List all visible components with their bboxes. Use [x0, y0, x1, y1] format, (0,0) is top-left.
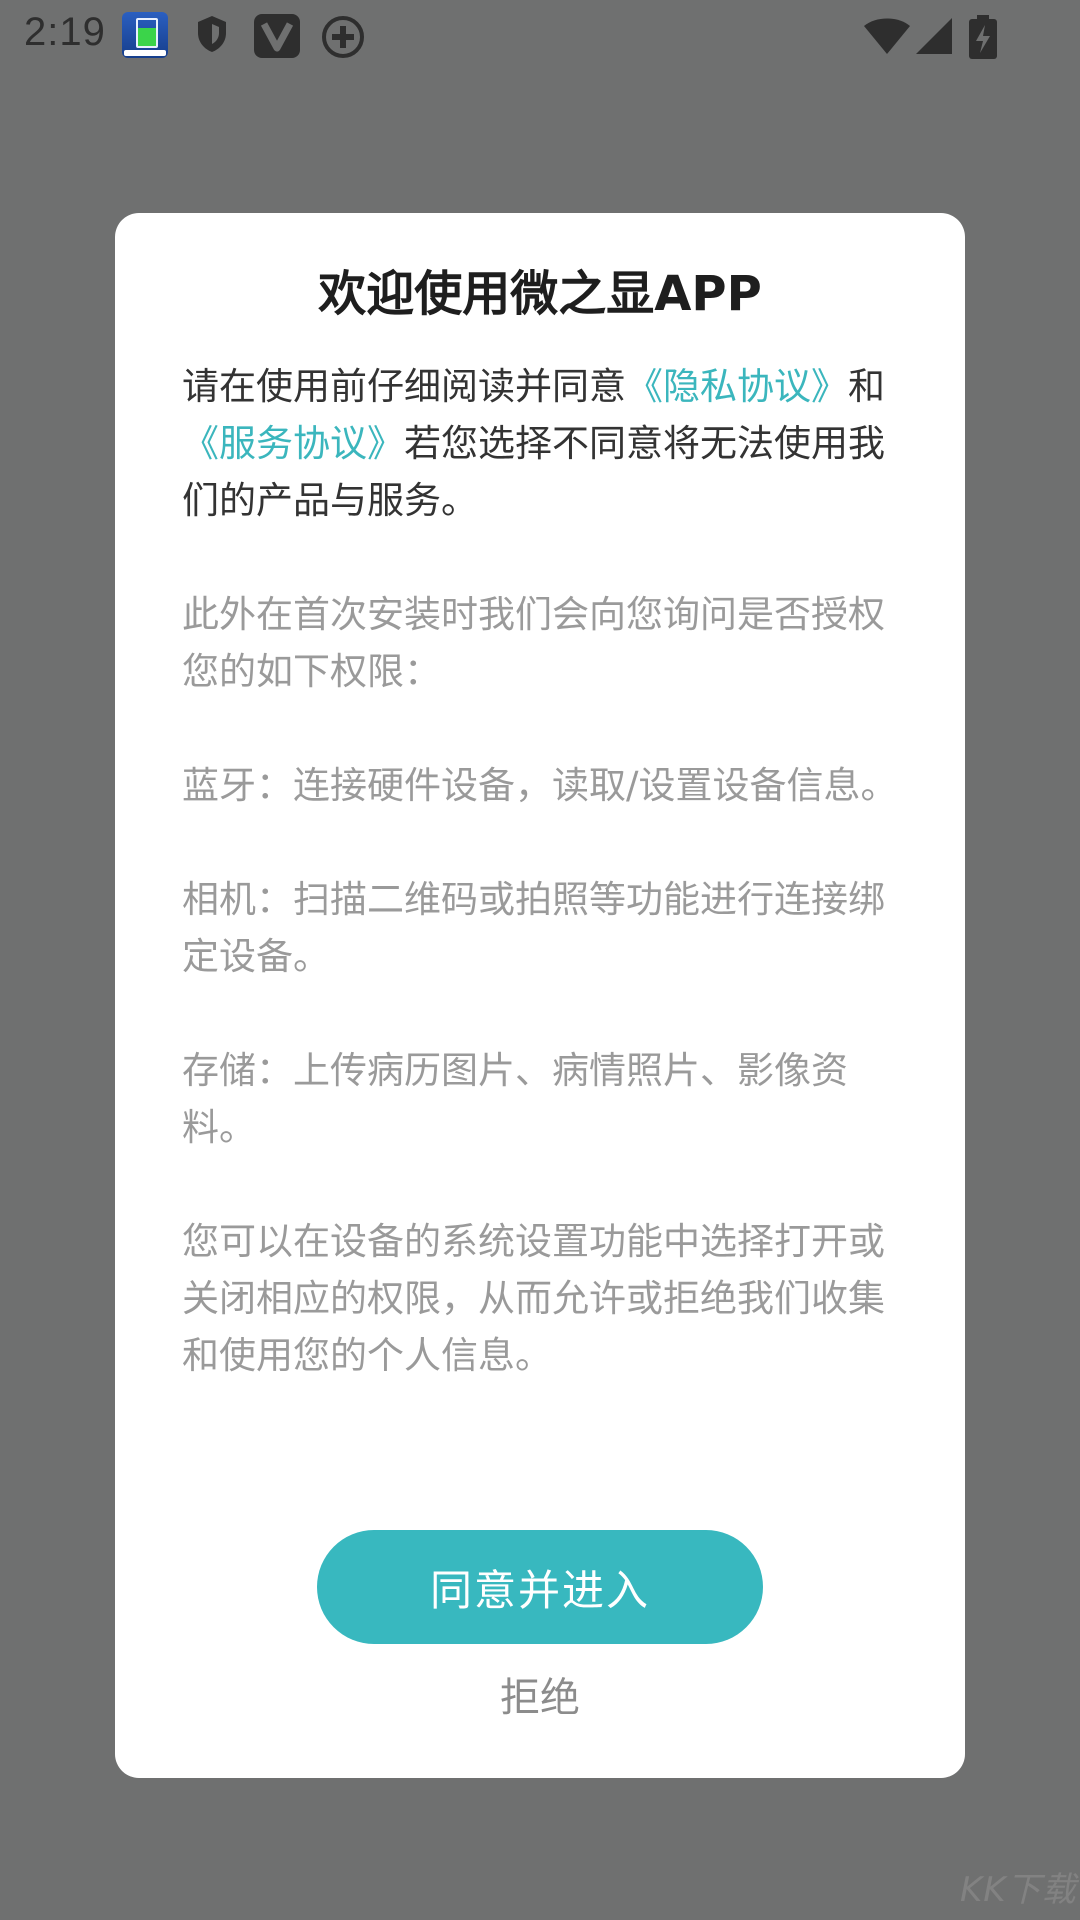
- dialog-title: 欢迎使用微之显APP: [318, 266, 762, 322]
- agreement-intro: 请在使用前仔细阅读并同意《隐私协议》和《服务协议》若您选择不同意将无法使用我们的…: [182, 358, 904, 529]
- battery-charging-icon: [966, 14, 1000, 60]
- battery-app-icon: [122, 12, 168, 58]
- shield-icon: [196, 14, 228, 54]
- intro-text-before: 请在使用前仔细阅读并同意: [182, 365, 626, 408]
- intro-text-between: 和: [848, 365, 885, 408]
- permissions-intro: 此外在首次安装时我们会向您询问是否授权您的如下权限：: [182, 593, 885, 693]
- plus-circle-icon: [320, 14, 366, 60]
- wifi-icon: [862, 14, 912, 58]
- permission-storage: 存储：上传病历图片、病情照片、影像资料。: [182, 1049, 848, 1149]
- privacy-dialog: 欢迎使用微之显APP 请在使用前仔细阅读并同意《隐私协议》和《服务协议》若您选择…: [115, 213, 965, 1778]
- permission-bluetooth: 蓝牙：连接硬件设备，读取/设置设备信息。: [182, 764, 898, 807]
- permissions-footer-note: 您可以在设备的系统设置功能中选择打开或关闭相应的权限，从而允许或拒绝我们收集和使…: [182, 1220, 885, 1377]
- v-app-icon: [254, 14, 300, 58]
- signal-icon: [912, 14, 954, 58]
- status-time: 2:19: [24, 10, 106, 54]
- reject-button[interactable]: 拒绝: [115, 1668, 965, 1728]
- watermark: KK下载: [960, 1870, 1077, 1910]
- service-agreement-link[interactable]: 《服务协议》: [182, 422, 404, 465]
- permission-camera: 相机：扫描二维码或拍照等功能进行连接绑定设备。: [182, 878, 885, 978]
- agree-button[interactable]: 同意并进入: [317, 1530, 763, 1644]
- status-bar: 2:19: [0, 0, 1080, 72]
- privacy-agreement-link[interactable]: 《隐私协议》: [626, 365, 848, 408]
- screen: 2:19 欢迎使用微之显APP 请在使用前仔细阅读并同意《隐私协议》和《服务协议…: [0, 0, 1080, 1920]
- dialog-body: 请在使用前仔细阅读并同意《隐私协议》和《服务协议》若您选择不同意将无法使用我们的…: [182, 358, 904, 1441]
